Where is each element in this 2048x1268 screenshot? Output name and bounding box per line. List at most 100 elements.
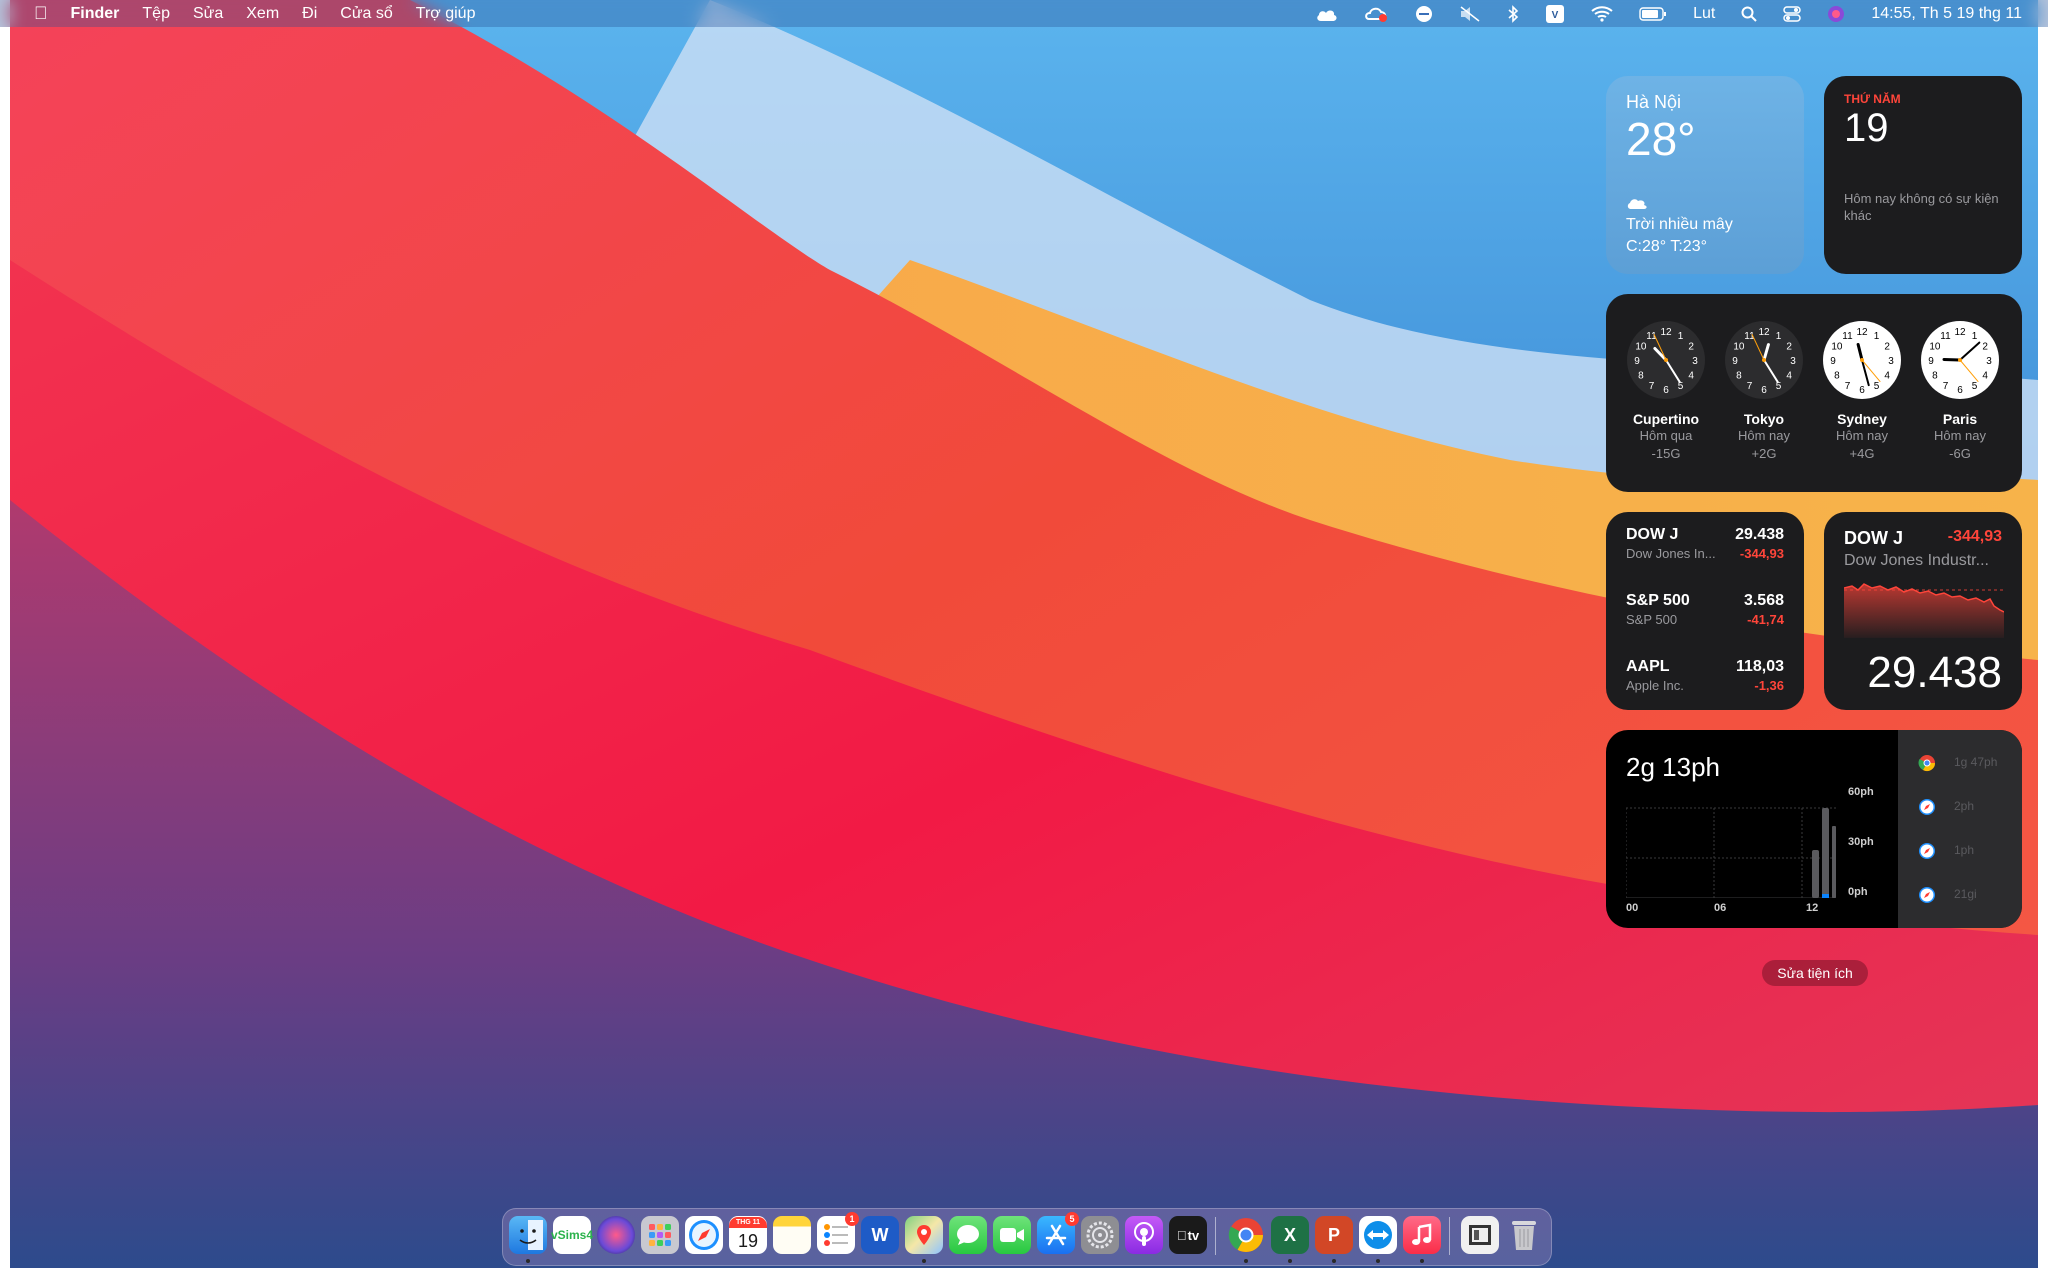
svg-text:1: 1 bbox=[1776, 331, 1782, 342]
siri-icon[interactable] bbox=[1827, 4, 1845, 24]
music-icon[interactable] bbox=[1403, 1216, 1441, 1254]
app-usage-row[interactable]: 2ph bbox=[1918, 796, 2018, 818]
app-store-icon[interactable]: 5 bbox=[1037, 1212, 1079, 1254]
menu-go[interactable]: Đi bbox=[302, 5, 317, 23]
svg-text:3: 3 bbox=[1986, 356, 1992, 367]
icloud-icon[interactable] bbox=[1315, 4, 1339, 24]
menu-window[interactable]: Cửa sổ bbox=[340, 5, 393, 23]
menu-app-name[interactable]: Finder bbox=[71, 5, 120, 23]
calendar-widget[interactable]: THỨ NĂM 19 Hôm nay không có sự kiện khác bbox=[1824, 76, 2022, 274]
facetime-icon[interactable] bbox=[993, 1216, 1031, 1254]
running-indicator bbox=[526, 1259, 530, 1263]
screen-edge-right bbox=[2038, 0, 2048, 1268]
clock-day: Hôm nay bbox=[1835, 428, 1889, 443]
control-center-icon[interactable] bbox=[1783, 4, 1802, 24]
clock-face-icon: 1234567891011 12 bbox=[1627, 321, 1705, 399]
launchpad-icon[interactable] bbox=[641, 1216, 679, 1254]
edit-widgets-button[interactable]: Sửa tiện ích bbox=[1762, 960, 1868, 986]
bluetooth-icon[interactable] bbox=[1507, 4, 1519, 24]
world-clock-widget[interactable]: 1 2 3 4 5 6 7 8 9 10 11 12 Cupertino Hôm qua -15G 1… bbox=[1606, 294, 2022, 492]
trash-icon[interactable] bbox=[1505, 1216, 1543, 1254]
svg-text:9: 9 bbox=[1830, 356, 1836, 367]
app-usage-row[interactable]: 1ph bbox=[1918, 840, 2018, 862]
reminders-icon[interactable]: 1 bbox=[817, 1212, 859, 1254]
svg-text:10: 10 bbox=[1635, 342, 1647, 353]
running-indicator bbox=[1288, 1259, 1292, 1263]
do-not-disturb-icon[interactable] bbox=[1415, 4, 1433, 24]
stocks-widget[interactable]: DOW J Dow Jones In... 29.438 -344,93 S&P… bbox=[1606, 512, 1804, 710]
menu-file[interactable]: Tệp bbox=[142, 5, 170, 23]
messages-icon[interactable] bbox=[949, 1216, 987, 1254]
desktop:  Finder Tệp Sửa Xem Đi Cửa sổ Trợ giúp bbox=[0, 0, 2048, 1268]
word-icon[interactable]: W bbox=[861, 1216, 899, 1254]
safari-icon[interactable] bbox=[685, 1216, 723, 1254]
app-usage-time: 1ph bbox=[1954, 843, 1975, 857]
apple-menu-icon[interactable]:  bbox=[34, 3, 48, 24]
stock-name: Apple Inc. bbox=[1626, 678, 1684, 693]
calendar-icon-day: 19 bbox=[737, 1230, 759, 1251]
clock-city: Cupertino bbox=[1632, 411, 1700, 427]
maps-icon[interactable] bbox=[905, 1216, 943, 1254]
apple-tv-icon[interactable]: tv bbox=[1169, 1216, 1207, 1254]
svg-text:2: 2 bbox=[1982, 342, 1988, 353]
screen-time-apps: 1g 47ph 2ph 1ph 21gi bbox=[1898, 730, 2022, 928]
input-source-label[interactable]: Lut bbox=[1693, 4, 1715, 24]
svg-text:8: 8 bbox=[1736, 371, 1742, 382]
app-usage-row[interactable]: 1g 47ph bbox=[1918, 752, 2018, 774]
svg-text:4: 4 bbox=[1884, 371, 1890, 382]
safari-icon bbox=[1919, 843, 1935, 859]
finder-icon[interactable] bbox=[509, 1216, 547, 1254]
mute-icon[interactable] bbox=[1459, 4, 1481, 24]
svg-text:12: 12 bbox=[1856, 327, 1868, 338]
app-usage-row[interactable]: 21gi bbox=[1918, 884, 2018, 906]
calendar-day: 19 bbox=[1844, 106, 1889, 150]
creative-cloud-icon[interactable] bbox=[1365, 4, 1389, 24]
calendar-icon[interactable]: THG 11 19 bbox=[729, 1216, 767, 1254]
safari-icon bbox=[1919, 799, 1935, 815]
svg-text:8: 8 bbox=[1638, 371, 1644, 382]
menu-view[interactable]: Xem bbox=[246, 5, 279, 23]
clock-day: Hôm nay bbox=[1933, 428, 1987, 443]
menu-help[interactable]: Trợ giúp bbox=[416, 5, 476, 23]
podcasts-icon[interactable] bbox=[1125, 1216, 1163, 1254]
clock-sydney: 1 2 3 4 5 6 7 8 9 10 11 12 Sydney Hôm nay +4G bbox=[1822, 320, 1902, 463]
stock-detail-widget[interactable]: DOW J -344,93 Dow Jones Industr... 29.43… bbox=[1824, 512, 2022, 710]
menu-edit[interactable]: Sửa bbox=[193, 5, 223, 23]
svg-text:1: 1 bbox=[1678, 331, 1684, 342]
unikey-icon[interactable]: V bbox=[1545, 4, 1565, 24]
battery-icon[interactable] bbox=[1639, 4, 1667, 24]
powerpoint-icon[interactable]: P bbox=[1315, 1216, 1353, 1254]
system-preferences-icon[interactable] bbox=[1081, 1216, 1119, 1254]
svg-text:9: 9 bbox=[1928, 356, 1934, 367]
wifi-icon[interactable] bbox=[1591, 4, 1613, 24]
chrome-icon[interactable] bbox=[1227, 1216, 1265, 1254]
stock-change: -41,74 bbox=[1747, 612, 1784, 627]
running-indicator bbox=[1332, 1259, 1336, 1263]
menu-clock[interactable]: 14:55, Th 5 19 thg 11 bbox=[1871, 4, 2022, 24]
sims4-icon[interactable]: vSims4 bbox=[551, 1216, 593, 1254]
spotlight-search-icon[interactable] bbox=[1741, 4, 1758, 24]
clock-face-icon: 1234567891011 12 bbox=[1921, 321, 1999, 399]
siri-icon[interactable] bbox=[597, 1216, 635, 1254]
dock: vSims4 THG 11 19 1 W 5 tv X P bbox=[502, 1208, 1552, 1266]
weather-temperature: 28° bbox=[1626, 113, 1696, 165]
y-label-0: 0ph bbox=[1848, 886, 1868, 898]
svg-text:6: 6 bbox=[1663, 385, 1669, 396]
svg-text:2: 2 bbox=[1884, 342, 1890, 353]
svg-text:2: 2 bbox=[1688, 342, 1694, 353]
clock-offset: +4G bbox=[1849, 446, 1875, 461]
screen-time-widget[interactable]: 2g 13ph 60ph 30ph 0ph 00 06 12 1g 47ph 2… bbox=[1606, 730, 2022, 928]
excel-icon[interactable]: X bbox=[1271, 1216, 1309, 1254]
screen-time-chart bbox=[1626, 807, 1836, 898]
weather-condition: Trời nhiều mây bbox=[1626, 216, 1733, 233]
clock-offset: -15G bbox=[1651, 446, 1681, 461]
downloads-stack-icon[interactable] bbox=[1461, 1216, 1499, 1254]
svg-text:4: 4 bbox=[1982, 371, 1988, 382]
svg-text:6: 6 bbox=[1859, 385, 1865, 396]
notes-icon[interactable] bbox=[773, 1216, 811, 1254]
weather-widget[interactable]: Hà Nội 28° Trời nhiều mây C:28° T:23° bbox=[1606, 76, 1804, 274]
svg-text:11: 11 bbox=[1940, 331, 1951, 342]
teamviewer-icon[interactable] bbox=[1359, 1216, 1397, 1254]
x-label-06: 06 bbox=[1714, 902, 1727, 914]
x-label-00: 00 bbox=[1626, 902, 1639, 914]
